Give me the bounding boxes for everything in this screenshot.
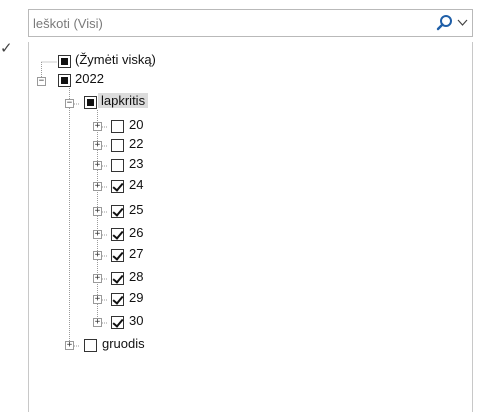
month-checkbox[interactable] [84, 339, 97, 352]
year-checkbox[interactable] [58, 74, 71, 87]
expand-icon[interactable]: + [93, 122, 102, 131]
tree-item-label: 27 [129, 246, 144, 261]
expand-icon[interactable]: + [65, 341, 74, 350]
expand-icon[interactable]: + [93, 161, 102, 170]
tree-item-label: 30 [129, 313, 144, 328]
tree-item-label: (Žymėti viską) [75, 52, 156, 67]
day-checkbox[interactable] [111, 120, 124, 133]
expand-icon[interactable]: + [93, 207, 102, 216]
tree-item-label: 25 [129, 202, 144, 217]
tree-item-label: lapkritis [98, 93, 149, 108]
tree-item-label: 29 [129, 290, 144, 305]
check-mark-icon: ✓ [0, 40, 13, 57]
expand-icon[interactable]: + [93, 251, 102, 260]
expand-icon[interactable]: + [93, 141, 102, 150]
tree-item-label: 24 [129, 177, 144, 192]
chevron-down-icon[interactable] [456, 16, 469, 30]
tree-item-label: 26 [129, 225, 144, 240]
collapse-icon[interactable]: − [37, 77, 46, 86]
search-icon[interactable] [436, 14, 454, 32]
day-checkbox[interactable] [111, 316, 124, 329]
day-checkbox[interactable] [111, 180, 124, 193]
tree-item-label: 23 [129, 156, 144, 171]
day-checkbox[interactable] [111, 249, 124, 262]
expand-icon[interactable]: + [93, 295, 102, 304]
expand-icon[interactable]: + [93, 230, 102, 239]
tree-item-label: gruodis [102, 336, 145, 351]
tree-item-label: 28 [129, 269, 144, 284]
expand-icon[interactable]: + [93, 274, 102, 283]
day-checkbox[interactable] [111, 272, 124, 285]
search-box [28, 9, 473, 37]
select-all-checkbox[interactable] [58, 55, 71, 68]
expand-icon[interactable]: + [93, 318, 102, 327]
day-checkbox[interactable] [111, 205, 124, 218]
day-checkbox[interactable] [111, 293, 124, 306]
day-checkbox[interactable] [111, 159, 124, 172]
expand-icon[interactable]: + [93, 182, 102, 191]
search-input[interactable] [33, 13, 433, 33]
day-checkbox[interactable] [111, 139, 124, 152]
day-checkbox[interactable] [111, 228, 124, 241]
tree-item-label: 22 [129, 136, 144, 151]
collapse-icon[interactable]: − [65, 99, 74, 108]
tree-item-label: 2022 [75, 71, 104, 86]
month-checkbox[interactable] [84, 96, 97, 109]
tree-item-label: 20 [129, 117, 144, 132]
